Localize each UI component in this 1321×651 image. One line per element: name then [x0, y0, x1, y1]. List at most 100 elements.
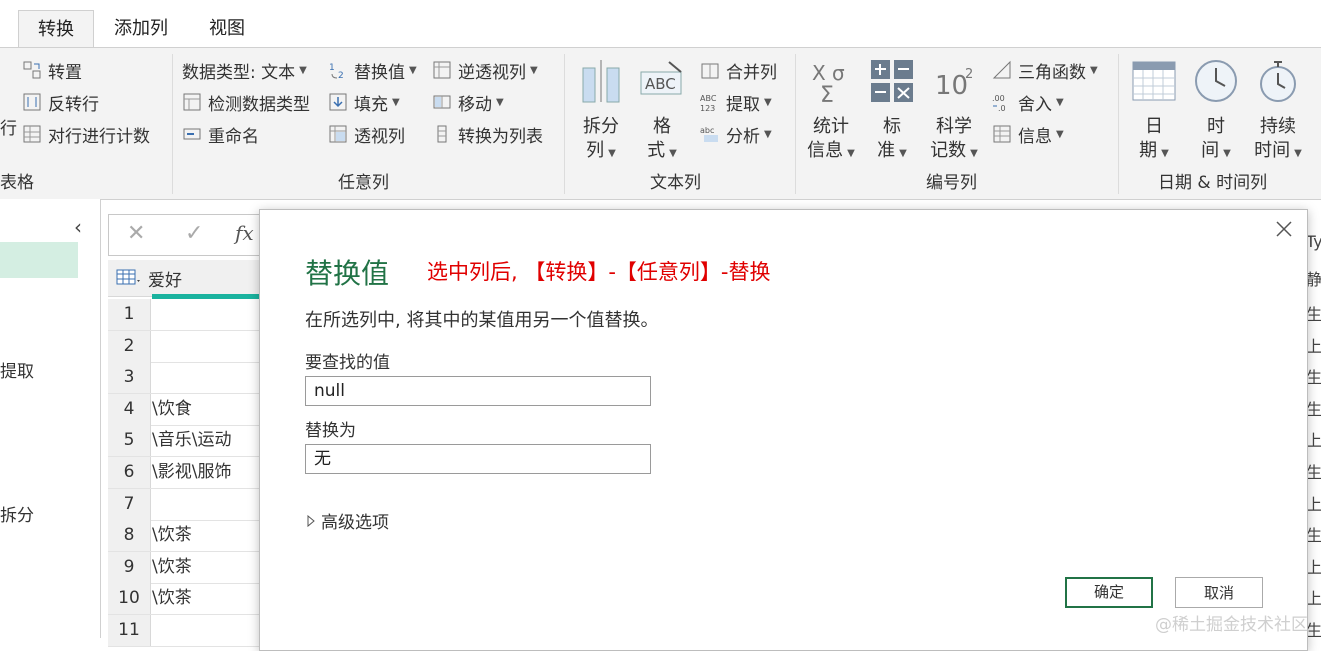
table-row[interactable]: 4 \饮食 — [108, 393, 268, 426]
chevron-down-icon: ▼ — [409, 64, 417, 76]
table-row[interactable]: 1 — [108, 299, 268, 331]
time-button[interactable]: 时 间 ▼ — [1192, 58, 1240, 166]
row-number: 4 — [108, 393, 151, 425]
round-button[interactable]: .00.0 舍入 ▼ — [992, 90, 1064, 115]
svg-text:X: X — [812, 61, 826, 85]
rename-icon — [182, 124, 202, 144]
svg-text:.00: .00 — [992, 94, 1005, 103]
right-column-subheader: 静 — [1306, 270, 1321, 289]
left-pane-text-split: 拆分 — [0, 506, 34, 526]
tab-add-column[interactable]: 添加列 — [104, 10, 178, 47]
replace-with-input[interactable] — [305, 444, 651, 474]
detect-type-button[interactable]: 检测数据类型 — [182, 90, 310, 115]
cancel-button[interactable]: 取消 — [1175, 577, 1263, 608]
parse-button[interactable]: abc 分析 ▼ — [700, 122, 772, 147]
find-value-input[interactable] — [305, 376, 651, 406]
cell-value[interactable]: \饮茶 — [152, 583, 192, 614]
table-menu-icon[interactable] — [116, 268, 142, 293]
column-header[interactable]: 爱好 — [148, 266, 182, 291]
replace-values-icon: 12 — [328, 60, 348, 81]
scientific-button[interactable]: 10 2 科学 记数 ▼ — [928, 58, 980, 166]
table-row[interactable]: 11 — [108, 615, 268, 647]
row-fragment: 行 — [0, 119, 17, 139]
right-edge-column: Ty 静 生上生生上生上生上上生 — [1306, 214, 1321, 640]
cell-value[interactable]: \饮茶 — [152, 520, 192, 551]
grid-header: 爱好 — [108, 260, 268, 297]
right-column-cell: 生 — [1306, 463, 1321, 482]
row-number: 9 — [108, 551, 151, 583]
cell-value[interactable]: \饮食 — [152, 394, 192, 425]
selected-query-item[interactable] — [0, 242, 78, 278]
table-row[interactable]: 5 \音乐\运动 — [108, 425, 268, 458]
chevron-down-icon: ▼ — [1294, 148, 1302, 159]
ribbon: 行 转置 反转行 对行进行计数 表格 数据类型: 文本 ▼ 检测数据类型 重命名… — [0, 47, 1321, 200]
move-button[interactable]: 移动 ▼ — [432, 90, 504, 115]
reverse-rows-button[interactable]: 反转行 — [22, 90, 99, 115]
table-row[interactable]: 2 — [108, 330, 268, 363]
cell-value[interactable]: \音乐\运动 — [152, 425, 231, 456]
standard-button[interactable]: 标 准 ▼ — [868, 58, 916, 166]
unpivot-button[interactable]: 逆透视列 ▼ — [432, 58, 538, 83]
extract-button[interactable]: ABC 123 提取 ▼ — [700, 90, 772, 115]
statistics-icon: XσΣ — [806, 58, 856, 111]
right-column-cell: 上 — [1306, 494, 1321, 514]
svg-text:σ: σ — [832, 61, 845, 85]
statistics-button[interactable]: XσΣ 统计 信息 ▼ — [806, 58, 856, 166]
svg-text:.0: .0 — [998, 104, 1006, 112]
standard-operators-icon — [868, 58, 916, 111]
collapse-pane-icon[interactable]: ‹ — [74, 215, 82, 239]
table-row[interactable]: 6 \影视\服饰 — [108, 457, 268, 489]
row-number: 2 — [108, 330, 151, 362]
dialog-title: 替换值 — [305, 257, 390, 290]
ok-button[interactable]: 确定 — [1065, 577, 1153, 608]
chevron-down-icon: ▼ — [669, 148, 677, 159]
merge-columns-button[interactable]: 合并列 — [700, 58, 777, 83]
info-icon — [992, 124, 1012, 144]
chevron-down-icon: ▼ — [392, 96, 400, 108]
calendar-icon — [1130, 58, 1178, 111]
number-column-group-label: 编号列 — [926, 173, 977, 193]
function-icon[interactable]: fx — [235, 221, 254, 245]
count-rows-icon — [22, 124, 42, 144]
triangle-icon — [992, 60, 1012, 80]
convert-to-list-button[interactable]: 转换为列表 — [432, 122, 543, 147]
parse-icon: abc — [700, 124, 720, 144]
confirm-formula-icon[interactable]: ✓ — [185, 221, 203, 246]
group-separator — [564, 54, 565, 194]
table-row[interactable]: 9 \饮茶 — [108, 551, 268, 584]
fill-button[interactable]: 填充 ▼ — [328, 90, 400, 115]
tab-transform[interactable]: 转换 — [18, 10, 94, 48]
rename-button[interactable]: 重命名 — [182, 122, 259, 147]
replace-with-label: 替换为 — [305, 421, 356, 441]
find-value-label: 要查找的值 — [305, 353, 390, 373]
extract-icon: ABC 123 — [700, 92, 720, 113]
chevron-down-icon: ▼ — [299, 64, 307, 76]
fill-down-icon — [328, 92, 348, 112]
split-column-button[interactable]: 拆分 列 ▼ — [578, 58, 624, 166]
data-type-dropdown[interactable]: 数据类型: 文本 ▼ — [182, 58, 307, 83]
count-rows-button[interactable]: 对行进行计数 — [22, 122, 150, 147]
close-icon[interactable] — [1273, 218, 1295, 240]
table-row[interactable]: 8 \饮茶 — [108, 520, 268, 553]
pivot-column-button[interactable]: 透视列 — [328, 122, 405, 147]
merge-columns-icon — [700, 60, 720, 80]
advanced-options-toggle[interactable]: 高级选项 — [305, 508, 389, 533]
cell-value[interactable]: \影视\服饰 — [152, 457, 231, 488]
cell-value[interactable]: \饮茶 — [152, 552, 192, 583]
chevron-down-icon: ▼ — [1161, 148, 1169, 159]
info-button[interactable]: 信息 ▼ — [992, 122, 1064, 147]
date-button[interactable]: 日 期 ▼ — [1130, 58, 1178, 166]
right-column-cell: 上 — [1306, 336, 1321, 356]
clock-icon — [1192, 58, 1240, 111]
cancel-formula-icon[interactable]: ✕ — [127, 221, 145, 246]
table-row[interactable]: 10 \饮茶 — [108, 583, 268, 616]
duration-button[interactable]: 持续 时间 ▼ — [1252, 58, 1304, 166]
format-button[interactable]: ABC 格 式 ▼ — [638, 58, 686, 166]
transpose-button[interactable]: 转置 — [22, 58, 82, 83]
right-column-cell: 上 — [1306, 589, 1321, 609]
table-row[interactable]: 3 — [108, 362, 268, 395]
replace-values-button[interactable]: 12 替换值 ▼ — [328, 58, 417, 83]
table-row[interactable]: 7 — [108, 488, 268, 521]
tab-view[interactable]: 视图 — [190, 10, 264, 47]
trig-button[interactable]: 三角函数 ▼ — [992, 58, 1098, 83]
